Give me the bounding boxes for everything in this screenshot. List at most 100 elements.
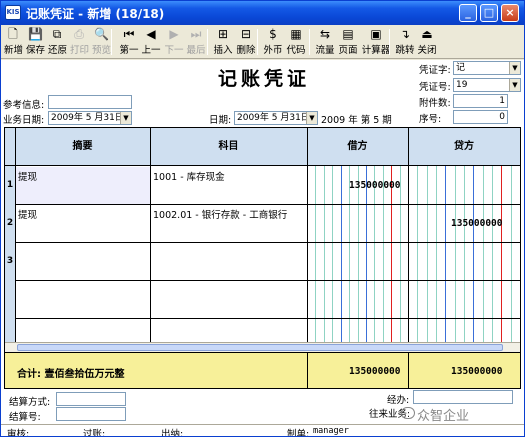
toolbar-button-jump[interactable]: ↴ 跳转 (395, 27, 415, 56)
toolbar-button-flow[interactable]: ⇆ 流量 (315, 27, 335, 56)
toolbar-button-new-doc[interactable]: 🗋 新增 (4, 27, 23, 56)
toolbar-button-preview[interactable]: 🔍 预览 (92, 27, 112, 56)
handler-label: 经办: (387, 395, 410, 406)
minimize-button[interactable]: _ (459, 4, 477, 22)
digit-separator (349, 166, 350, 342)
print-icon: ⎙ (74, 27, 84, 41)
insert-icon: ⊞ (217, 27, 229, 41)
toolbar-label: 外币 (263, 45, 283, 56)
credit-cell[interactable]: 135000000 (451, 218, 502, 229)
digit-separator (445, 166, 446, 342)
voucher-window: KIS 记账凭证 - 新增 (18/18) _ □ × 🗋 新增 💾 保存 ⧉ 还原 ⎙ 打印… (0, 0, 525, 437)
title-bar[interactable]: KIS 记账凭证 - 新增 (18/18) _ □ × (1, 1, 524, 25)
code-icon: ▦ (290, 27, 302, 41)
toolbar-button-prev[interactable]: ◀ 上一 (141, 27, 161, 56)
toolbar-separator (207, 29, 208, 55)
toolbar-button-insert[interactable]: ⊞ 插入 (213, 27, 233, 56)
date-picker[interactable]: 2009年 5 月31日 ▼ (234, 111, 318, 125)
watermark: 众智企业 (417, 409, 470, 424)
horizontal-scrollbar[interactable] (5, 342, 520, 352)
toolbar-label: 最后 (186, 45, 206, 56)
watermark-icon (401, 407, 415, 419)
toolbar-button-code[interactable]: ▦ 代码 (286, 27, 306, 56)
seq-input[interactable]: 0 ▲▼ (453, 110, 508, 124)
account-header: 科目 (150, 128, 307, 166)
col-divider (408, 353, 409, 388)
preview-icon: 🔍 (94, 27, 109, 41)
toolbar-button-close[interactable]: ⏏ 关闭 (417, 27, 437, 56)
toolbar-label: 删除 (236, 45, 256, 56)
row-divider (5, 318, 520, 319)
col-divider (307, 353, 308, 388)
settle-no-input[interactable] (56, 407, 126, 421)
digit-separator (436, 166, 437, 342)
last-icon: ⏭ (190, 27, 202, 41)
credit-header: 贷方 (408, 128, 520, 166)
settle-method-input[interactable] (56, 392, 126, 406)
currency-icon: $ (269, 27, 277, 41)
ref-input[interactable] (48, 95, 132, 109)
digit-separator (374, 166, 375, 342)
debit-cell[interactable]: 135000000 (349, 180, 400, 191)
toolbar-label: 跳转 (395, 45, 415, 56)
digit-separator (473, 166, 474, 342)
digit-separator (366, 166, 367, 342)
first-icon: ⏮ (123, 27, 135, 41)
flow-icon: ⇆ (319, 27, 331, 41)
entries-grid: 摘要 科目 借方 贷方 1 2 3 提现 1001 - 库存现金 135000000 提现 1… (4, 127, 521, 389)
toolbar-button-currency[interactable]: $ 外币 (263, 27, 283, 56)
biz-date-picker[interactable]: 2009年 5 月31日 ▼ (48, 111, 132, 125)
toolbar-button-last[interactable]: ⏭ 最后 (186, 27, 206, 56)
toolbar-label: 预览 (92, 45, 112, 56)
row-number: 2 (5, 204, 15, 242)
total-row: 合计: 壹佰叁拾伍万元整 135000000 135000000 (5, 352, 520, 388)
toolbar-button-page[interactable]: ▤ 页面 (338, 27, 358, 56)
toolbar-button-first[interactable]: ⏮ 第一 (119, 27, 139, 56)
summary-header: 摘要 (15, 128, 150, 166)
status-value: manager (313, 426, 349, 436)
toolbar-button-calculator[interactable]: ▣ 计算器 (361, 27, 391, 56)
toolbar-button-next[interactable]: ▶ 下一 (164, 27, 184, 56)
chevron-down-icon[interactable]: ▼ (509, 62, 520, 74)
account-cell[interactable]: 1001 - 库存现金 (153, 169, 225, 183)
digit-separator (341, 166, 342, 342)
biz-date-label: 业务日期: (3, 115, 45, 126)
voucher-title: 记账凭证 (218, 68, 311, 90)
page-icon: ▤ (342, 27, 354, 41)
window-title: 记账凭证 - 新增 (18/18) (26, 7, 165, 21)
voucher-no-value: 19 (456, 80, 468, 90)
status-label: 出纳: (161, 429, 184, 437)
toolbar-button-print[interactable]: ⎙ 打印 (70, 27, 89, 56)
delete-icon: ⊟ (240, 27, 252, 41)
toolbar-button-save[interactable]: 💾 保存 (26, 27, 45, 56)
toolbar-label: 第一 (119, 45, 139, 56)
summary-cell[interactable]: 提现 (18, 207, 37, 221)
account-cell[interactable]: 1002.01 - 银行存款 - 工商银行 (153, 207, 287, 221)
digit-separator (483, 166, 484, 342)
chevron-down-icon[interactable]: ▼ (509, 79, 520, 91)
digit-separator (464, 166, 465, 342)
digit-separator (358, 166, 359, 342)
toolbar-button-delete[interactable]: ⊟ 删除 (236, 27, 256, 56)
voucher-form: 记账凭证 凭证字: 记 ▼ 凭证号: 19 ▼ 附件数: 1 ▲▼ 序号: 0 … (1, 60, 524, 437)
close-icon: ⏏ (421, 27, 433, 41)
summary-cell[interactable]: 提现 (18, 169, 37, 183)
digit-separator (383, 166, 384, 342)
seq-value: 0 (499, 112, 505, 122)
scrollbar-thumb[interactable] (17, 344, 503, 351)
voucher-no-select[interactable]: 19 ▼ (453, 78, 521, 92)
chevron-down-icon[interactable]: ▼ (120, 112, 131, 124)
maximize-button[interactable]: □ (480, 4, 498, 22)
attachments-input[interactable]: 1 ▲▼ (453, 94, 508, 108)
seq-label: 序号: (419, 114, 442, 125)
chevron-down-icon[interactable]: ▼ (306, 112, 317, 124)
status-label: 制单: (287, 429, 310, 437)
voucher-type-value: 记 (456, 63, 466, 73)
toolbar-button-restore[interactable]: ⧉ 还原 (48, 27, 67, 56)
toolbar-label: 代码 (286, 45, 306, 56)
close-window-button[interactable]: × (501, 4, 519, 22)
toolbar-separator (257, 29, 258, 55)
voucher-type-select[interactable]: 记 ▼ (453, 61, 521, 75)
digit-separator (417, 166, 418, 342)
handler-input[interactable] (413, 390, 513, 404)
